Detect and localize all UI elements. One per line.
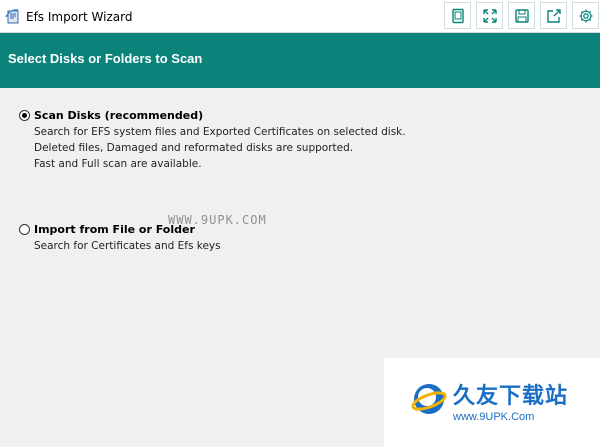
globe-logo-icon <box>411 384 447 414</box>
scan-disks-desc-2: Deleted files, Damaged and reformated di… <box>34 142 354 154</box>
save-button[interactable] <box>508 2 535 29</box>
share-button[interactable] <box>540 2 567 29</box>
title-bar: Efs Import Wizard <box>0 0 600 33</box>
watermark-url: www.9UPK.Com <box>453 411 535 423</box>
fullscreen-button[interactable] <box>476 2 503 29</box>
watermark-logo: 久友下载站 www.9UPK.Com <box>384 358 600 447</box>
import-file-label[interactable]: Import from File or Folder <box>34 223 195 236</box>
scan-disks-label[interactable]: Scan Disks (recommended) <box>34 109 203 122</box>
scan-disks-desc-1: Search for EFS system files and Exported… <box>34 126 406 138</box>
header-title: Select Disks or Folders to Scan <box>8 51 203 66</box>
save-icon <box>514 8 529 23</box>
tablet-button[interactable] <box>444 2 471 29</box>
scan-disks-desc-3: Fast and Full scan are available. <box>34 158 202 170</box>
import-file-radio[interactable] <box>19 224 30 235</box>
app-icon <box>5 9 19 24</box>
tablet-icon <box>451 8 464 23</box>
wizard-header: Select Disks or Folders to Scan <box>0 33 600 88</box>
share-icon <box>546 8 561 23</box>
import-file-desc-1: Search for Certificates and Efs keys <box>34 240 221 252</box>
scan-disks-radio[interactable] <box>19 110 30 121</box>
settings-button[interactable] <box>572 2 599 29</box>
watermark-brand: 久友下载站 <box>453 384 569 409</box>
window-title: Efs Import Wizard <box>26 10 133 24</box>
fullscreen-icon <box>482 8 497 23</box>
settings-icon <box>579 9 592 22</box>
